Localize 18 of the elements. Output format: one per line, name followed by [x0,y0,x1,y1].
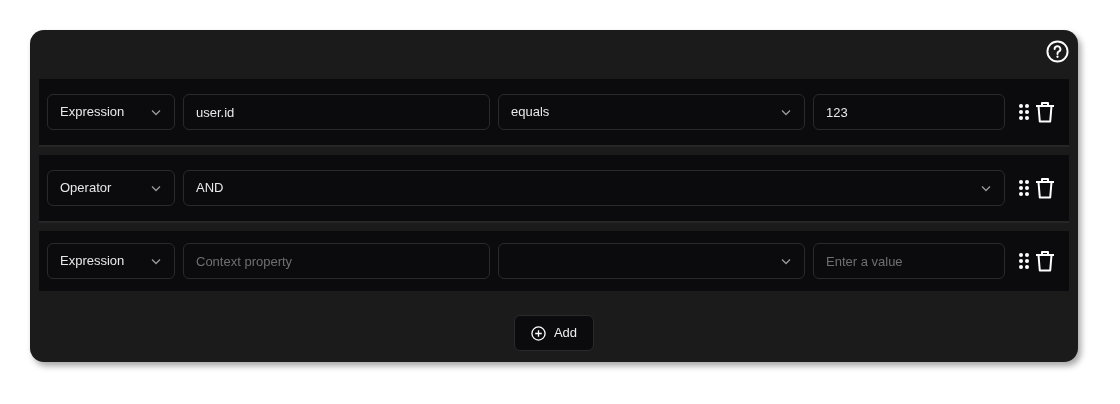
property-field[interactable]: user.id [183,94,490,130]
logic-operator-select[interactable]: AND [183,170,1005,206]
trash-icon[interactable] [1035,177,1055,199]
drag-handle-icon[interactable] [1019,103,1029,121]
help-icon[interactable] [1046,40,1069,63]
type-select[interactable]: Operator [47,170,175,206]
value-field[interactable]: Enter a value [813,243,1005,279]
drag-handle-icon[interactable] [1019,179,1029,197]
comparison-select[interactable]: equals [498,94,805,130]
type-select[interactable]: Expression [47,94,175,130]
trash-icon[interactable] [1035,250,1055,272]
type-select[interactable]: Expression [47,243,175,279]
plus-circle-icon [530,325,546,341]
trash-icon[interactable] [1035,101,1055,123]
value-field[interactable]: 123 [813,94,1005,130]
property-field[interactable]: Context property [183,243,490,279]
add-button[interactable]: Add [513,315,595,351]
drag-handle-icon[interactable] [1019,252,1029,270]
